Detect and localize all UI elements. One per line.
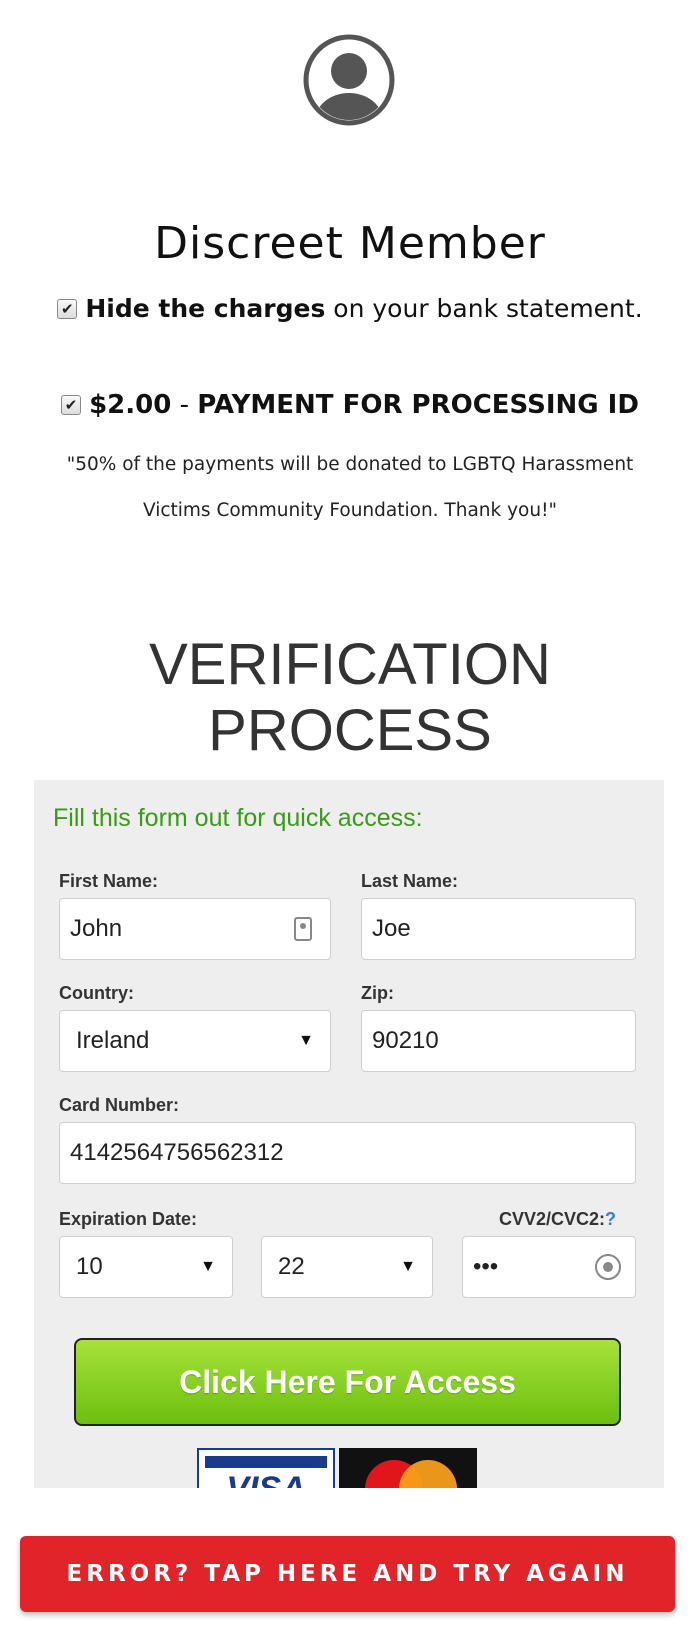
visa-logo: VISA bbox=[197, 1448, 335, 1488]
payment-row: ✔ $2.00 - PAYMENT FOR PROCESSING ID bbox=[0, 390, 700, 420]
key-icon[interactable] bbox=[595, 1254, 621, 1280]
error-retry-button[interactable]: ERROR? TAP HERE AND TRY AGAIN bbox=[20, 1536, 675, 1612]
payment-checkbox[interactable]: ✔ bbox=[61, 395, 82, 415]
zip-label: Zip: bbox=[361, 983, 394, 1003]
verification-title-line2: PROCESS bbox=[208, 698, 492, 763]
hide-charges-checkbox[interactable]: ✔ bbox=[57, 299, 78, 319]
verification-form: Fill this form out for quick access: Fir… bbox=[34, 780, 664, 1488]
chevron-down-icon: ▼ bbox=[400, 1258, 416, 1275]
payment-description: PAYMENT FOR PROCESSING ID bbox=[197, 390, 639, 420]
first-name-label: First Name: bbox=[59, 871, 159, 891]
form-intro: Fill this form out for quick access: bbox=[53, 804, 423, 832]
cvv-field[interactable]: ••• bbox=[462, 1236, 636, 1298]
zip-field[interactable]: 90210 bbox=[361, 1010, 636, 1072]
donation-note: "50% of the payments will be donated to … bbox=[66, 454, 634, 521]
first-name-field[interactable]: John bbox=[59, 898, 331, 960]
cvv-value: ••• bbox=[473, 1253, 499, 1280]
payment-amount: $2.00 bbox=[89, 390, 172, 420]
card-number-field[interactable]: 4142564756562312 bbox=[59, 1122, 636, 1184]
exp-month-select[interactable]: 10 ▼ bbox=[59, 1236, 233, 1298]
card-number-label: Card Number: bbox=[59, 1095, 180, 1115]
hide-charges-text: on your bank statement. bbox=[325, 294, 643, 323]
exp-year-value: 22 bbox=[278, 1253, 305, 1280]
cvv-label-text: CVV2/CVC2: bbox=[499, 1209, 606, 1229]
chevron-down-icon: ▼ bbox=[298, 1032, 314, 1049]
country-label: Country: bbox=[59, 983, 134, 1003]
last-name-field[interactable]: Joe bbox=[361, 898, 636, 960]
access-button[interactable]: Click Here For Access bbox=[74, 1338, 621, 1426]
user-avatar-icon bbox=[303, 34, 395, 126]
cvv-help-link[interactable]: ? bbox=[605, 1209, 616, 1229]
visa-logo-text: VISA bbox=[199, 1470, 333, 1488]
hide-charges-bold: Hide the charges bbox=[85, 294, 326, 323]
hide-charges-row: ✔ Hide the charges on your bank statement… bbox=[0, 294, 700, 323]
country-select[interactable]: Ireland ▼ bbox=[59, 1010, 331, 1072]
last-name-value: Joe bbox=[372, 915, 411, 942]
contact-card-icon[interactable] bbox=[294, 917, 312, 941]
cvv-label: CVV2/CVC2:? bbox=[499, 1209, 616, 1230]
last-name-label: Last Name: bbox=[361, 871, 459, 891]
verification-title: VERIFICATION PROCESS bbox=[0, 632, 700, 764]
card-number-value: 4142564756562312 bbox=[70, 1139, 284, 1166]
expiration-label: Expiration Date: bbox=[59, 1209, 198, 1229]
mastercard-logo bbox=[339, 1448, 477, 1488]
exp-year-select[interactable]: 22 ▼ bbox=[261, 1236, 433, 1298]
page-title: Discreet Member bbox=[154, 218, 546, 269]
chevron-down-icon: ▼ bbox=[200, 1258, 216, 1275]
first-name-value: John bbox=[70, 915, 123, 942]
exp-month-value: 10 bbox=[76, 1253, 103, 1280]
payment-separator: - bbox=[171, 390, 198, 420]
verification-title-line1: VERIFICATION bbox=[149, 632, 551, 697]
country-value: Ireland bbox=[76, 1027, 150, 1054]
zip-value: 90210 bbox=[372, 1027, 439, 1054]
